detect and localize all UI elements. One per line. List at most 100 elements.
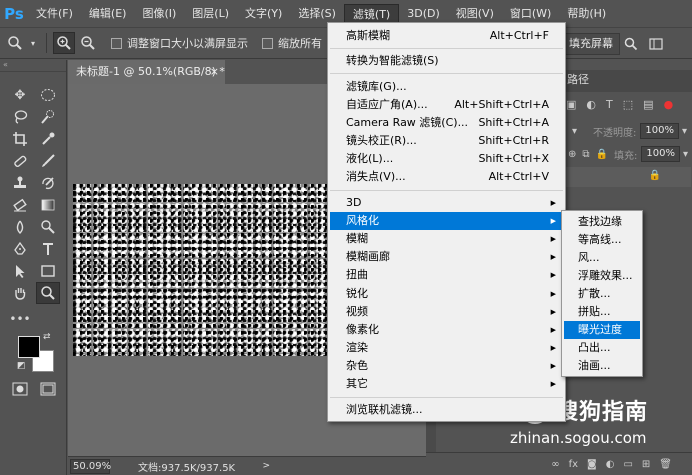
menu-file[interactable]: 文件(F) <box>28 4 81 24</box>
search-icon[interactable] <box>620 33 642 55</box>
checkbox-box[interactable] <box>111 37 122 49</box>
quick-mask-icon[interactable] <box>8 378 32 400</box>
eraser-tool-icon[interactable] <box>8 194 32 216</box>
menu-item-sharpen[interactable]: 锐化 ▶ <box>330 285 563 303</box>
layer-row[interactable]: 🔒 <box>566 167 691 187</box>
smart-filter-icon[interactable]: ▤ <box>643 98 653 111</box>
filter-toggle-icon[interactable]: ● <box>664 98 674 111</box>
zoom-tool-preset-icon[interactable] <box>4 32 26 54</box>
brush-tool-icon[interactable] <box>36 150 60 172</box>
menu-item-stylize[interactable]: 风格化 ▶ <box>330 212 563 230</box>
menu-view[interactable]: 视图(V) <box>448 4 502 24</box>
checkbox-box[interactable] <box>262 37 273 49</box>
menu-item-render[interactable]: 渲染 ▶ <box>330 339 563 357</box>
chevron-down-icon[interactable]: ▾ <box>28 32 38 54</box>
adjust-filter-icon[interactable]: ◐ <box>586 98 596 111</box>
crop-tool-icon[interactable] <box>8 128 32 150</box>
submenu-item-extrude[interactable]: 凸出... <box>564 339 640 357</box>
blend-mode-chevron-icon[interactable]: ▾ <box>572 126 577 137</box>
menu-item-gaussian-blur[interactable]: 高斯模糊 Alt+Ctrl+F <box>330 27 563 45</box>
resize-windows-checkbox[interactable]: 调整窗口大小以满屏显示 <box>111 35 248 51</box>
submenu-item-trace-contour[interactable]: 等高线... <box>564 231 640 249</box>
tab-paths[interactable]: 路径 <box>567 71 589 87</box>
zoom-in-icon[interactable] <box>53 32 75 54</box>
eyedropper-tool-icon[interactable] <box>36 128 60 150</box>
add-mask-icon[interactable]: ◙ <box>587 459 597 470</box>
menu-layer[interactable]: 图层(L) <box>184 4 237 24</box>
chevron-down-icon[interactable]: ▾ <box>683 149 688 160</box>
layer-style-icon[interactable]: fx <box>569 459 578 470</box>
submenu-item-wind[interactable]: 风... <box>564 249 640 267</box>
status-arrow-icon[interactable]: > <box>262 461 270 471</box>
dodge-tool-icon[interactable] <box>36 216 60 238</box>
submenu-item-solarize[interactable]: 曝光过度 <box>564 321 640 339</box>
rectangle-tool-icon[interactable] <box>36 260 60 282</box>
zoom-all-checkbox[interactable]: 缩放所有 <box>262 35 322 51</box>
chevron-down-icon[interactable]: ▾ <box>682 126 687 137</box>
noise-canvas[interactable] <box>73 184 328 356</box>
submenu-item-emboss[interactable]: 浮雕效果... <box>564 267 640 285</box>
healing-brush-tool-icon[interactable] <box>8 150 32 172</box>
blur-tool-icon[interactable] <box>8 216 32 238</box>
marquee-tool-icon[interactable] <box>36 84 60 106</box>
menu-item-3d[interactable]: 3D ▶ <box>330 194 563 212</box>
new-group-icon[interactable]: ▭ <box>623 459 632 470</box>
type-filter-icon[interactable]: T <box>606 98 613 111</box>
panel-grip-icon[interactable]: « <box>0 60 66 72</box>
menu-help[interactable]: 帮助(H) <box>559 4 614 24</box>
menu-item-video[interactable]: 视频 ▶ <box>330 303 563 321</box>
screen-mode-icon[interactable] <box>36 378 60 400</box>
history-brush-tool-icon[interactable] <box>36 172 60 194</box>
lock-all-icon[interactable]: 🔒 <box>596 149 608 160</box>
menu-item-browse-online-filters[interactable]: 浏览联机滤镜... <box>330 401 563 419</box>
shape-filter-icon[interactable]: ⬚ <box>623 98 633 111</box>
hand-tool-icon[interactable] <box>8 282 32 304</box>
menu-item-pixelate[interactable]: 像素化 ▶ <box>330 321 563 339</box>
submenu-item-diffuse[interactable]: 扩散... <box>564 285 640 303</box>
menu-filter[interactable]: 滤镜(T) <box>343 3 400 24</box>
menu-item-vanishing-point[interactable]: 消失点(V)... Alt+Ctrl+V <box>330 168 563 186</box>
new-layer-icon[interactable]: ⊞ <box>642 459 650 470</box>
menu-item-noise[interactable]: 杂色 ▶ <box>330 357 563 375</box>
submenu-item-oil-paint[interactable]: 油画... <box>564 357 640 375</box>
lasso-tool-icon[interactable] <box>8 106 32 128</box>
opacity-value[interactable]: 100% <box>640 123 679 139</box>
menu-item-filter-gallery[interactable]: 滤镜库(G)... <box>330 78 563 96</box>
quick-selection-tool-icon[interactable] <box>36 106 60 128</box>
adjustment-layer-icon[interactable]: ◐ <box>606 459 615 470</box>
menu-item-convert-smart-filter[interactable]: 转换为智能滤镜(S) <box>330 52 563 70</box>
menu-item-lens-correction[interactable]: 镜头校正(R)... Shift+Ctrl+R <box>330 132 563 150</box>
menu-edit[interactable]: 编辑(E) <box>81 4 135 24</box>
submenu-item-tiles[interactable]: 拼贴... <box>564 303 640 321</box>
fill-value[interactable]: 100% <box>641 146 680 162</box>
fill-screen-button[interactable]: 填充屏幕 <box>562 33 620 55</box>
default-colors-icon[interactable]: ◩ <box>17 361 26 371</box>
path-selection-tool-icon[interactable] <box>8 260 32 282</box>
close-icon[interactable]: × <box>210 60 219 84</box>
move-tool-icon[interactable]: ✥ <box>8 84 32 106</box>
menu-window[interactable]: 窗口(W) <box>502 4 559 24</box>
menu-item-other[interactable]: 其它 ▶ <box>330 375 563 393</box>
lock-artboard-icon[interactable]: ⧉ <box>582 149 589 160</box>
lock-pixels-icon[interactable]: ⊕ <box>568 149 576 160</box>
document-tab[interactable]: 未标题-1 @ 50.1%(RGB/8) * × <box>68 60 225 84</box>
menu-3d[interactable]: 3D(D) <box>399 4 448 24</box>
menu-item-adaptive-wide-angle[interactable]: 自适应广角(A)... Alt+Shift+Ctrl+A <box>330 96 563 114</box>
workspace-icon[interactable] <box>645 33 667 55</box>
zoom-out-icon[interactable] <box>77 32 99 54</box>
zoom-tool-icon[interactable] <box>36 282 60 304</box>
stamp-tool-icon[interactable] <box>8 172 32 194</box>
link-layers-icon[interactable]: ∞ <box>551 459 559 470</box>
menu-item-distort[interactable]: 扭曲 ▶ <box>330 266 563 284</box>
image-filter-icon[interactable]: ▣ <box>566 98 576 111</box>
foreground-color-swatch[interactable] <box>18 336 40 358</box>
delete-layer-icon[interactable]: 🗑 <box>659 459 672 470</box>
menu-type[interactable]: 文字(Y) <box>237 4 290 24</box>
menu-item-camera-raw[interactable]: Camera Raw 滤镜(C)... Shift+Ctrl+A <box>330 114 563 132</box>
submenu-item-find-edges[interactable]: 查找边缘 <box>564 213 640 231</box>
menu-image[interactable]: 图像(I) <box>134 4 184 24</box>
more-tools-icon[interactable]: ••• <box>8 308 32 330</box>
type-tool-icon[interactable] <box>36 238 60 260</box>
swap-colors-icon[interactable]: ⇄ <box>43 332 51 342</box>
menu-item-blur[interactable]: 模糊 ▶ <box>330 230 563 248</box>
